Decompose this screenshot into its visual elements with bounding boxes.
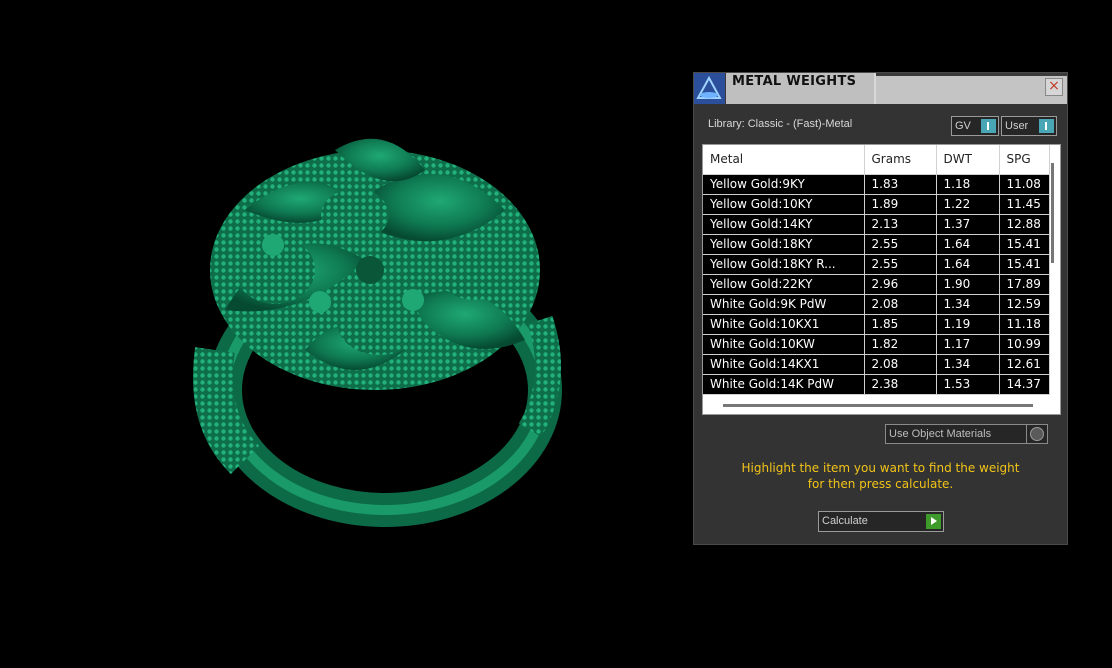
cell-grams: 2.55 bbox=[864, 234, 937, 255]
table-row[interactable]: White Gold:10KW 1.82 1.17 10.99 bbox=[703, 334, 1050, 355]
table-row[interactable]: Yellow Gold:22KY 2.96 1.90 17.89 bbox=[703, 274, 1050, 295]
cell-grams: 2.13 bbox=[864, 214, 937, 235]
cell-spg: 14.37 bbox=[999, 374, 1050, 395]
cell-metal: White Gold:10KX1 bbox=[703, 314, 865, 335]
cell-dwt: 1.53 bbox=[936, 374, 1000, 395]
cell-grams: 2.08 bbox=[864, 294, 937, 315]
instruction-line-1: Highlight the item you want to find the … bbox=[741, 461, 1020, 475]
divider bbox=[1026, 425, 1027, 443]
table-row[interactable]: Yellow Gold:10KY 1.89 1.22 11.45 bbox=[703, 194, 1050, 215]
cell-grams: 2.38 bbox=[864, 374, 937, 395]
cell-dwt: 1.34 bbox=[936, 294, 1000, 315]
table-row[interactable]: White Gold:9K PdW 2.08 1.34 12.59 bbox=[703, 294, 1050, 315]
cell-metal: Yellow Gold:10KY bbox=[703, 194, 865, 215]
user-toggle[interactable]: User bbox=[1001, 116, 1057, 136]
cell-dwt: 1.22 bbox=[936, 194, 1000, 215]
cell-dwt: 1.19 bbox=[936, 314, 1000, 335]
column-header-grams[interactable]: Grams bbox=[864, 145, 937, 175]
cell-grams: 2.96 bbox=[864, 274, 937, 295]
gv-toggle[interactable]: GV bbox=[951, 116, 999, 136]
cell-dwt: 1.18 bbox=[936, 174, 1000, 195]
cell-grams: 1.83 bbox=[864, 174, 937, 195]
radio-icon bbox=[1030, 427, 1044, 441]
cell-grams: 2.08 bbox=[864, 354, 937, 375]
cell-spg: 15.41 bbox=[999, 254, 1050, 275]
cell-dwt: 1.64 bbox=[936, 254, 1000, 275]
cell-grams: 1.82 bbox=[864, 334, 937, 355]
horizontal-scrollbar[interactable] bbox=[723, 404, 1033, 407]
column-header-dwt[interactable]: DWT bbox=[936, 145, 1000, 175]
cell-spg: 10.99 bbox=[999, 334, 1050, 355]
cell-metal: White Gold:9K PdW bbox=[703, 294, 865, 315]
gv-toggle-label: GV bbox=[955, 120, 971, 132]
table-row[interactable]: White Gold:10KX1 1.85 1.19 11.18 bbox=[703, 314, 1050, 335]
table-header-row: Metal Grams DWT SPG bbox=[703, 145, 1050, 175]
close-button[interactable]: × bbox=[1045, 78, 1063, 96]
vertical-scrollbar[interactable] bbox=[1051, 163, 1054, 263]
cell-spg: 12.88 bbox=[999, 214, 1050, 235]
cell-dwt: 1.64 bbox=[936, 234, 1000, 255]
panel-title: METAL WEIGHTS bbox=[732, 74, 857, 89]
metal-weights-panel: METAL WEIGHTS × Library: Classic - (Fast… bbox=[693, 72, 1068, 545]
user-toggle-label: User bbox=[1005, 120, 1029, 132]
use-object-materials-label: Use Object Materials bbox=[889, 428, 992, 440]
cell-metal: White Gold:10KW bbox=[703, 334, 865, 355]
cell-dwt: 1.17 bbox=[936, 334, 1000, 355]
user-toggle-knob bbox=[1039, 119, 1054, 133]
cell-spg: 11.18 bbox=[999, 314, 1050, 335]
cell-spg: 11.45 bbox=[999, 194, 1050, 215]
cell-grams: 1.89 bbox=[864, 194, 937, 215]
cell-metal: Yellow Gold:18KY bbox=[703, 234, 865, 255]
cell-metal: Yellow Gold:14KY bbox=[703, 214, 865, 235]
cell-metal: White Gold:14K PdW bbox=[703, 374, 865, 395]
instruction-line-2: for then press calculate. bbox=[807, 477, 954, 491]
table-row[interactable]: Yellow Gold:18KY 2.55 1.64 15.41 bbox=[703, 234, 1050, 255]
cell-spg: 12.59 bbox=[999, 294, 1050, 315]
cell-dwt: 1.34 bbox=[936, 354, 1000, 375]
cell-dwt: 1.90 bbox=[936, 274, 1000, 295]
column-header-spg[interactable]: SPG bbox=[999, 145, 1050, 175]
cell-dwt: 1.37 bbox=[936, 214, 1000, 235]
column-header-metal[interactable]: Metal bbox=[703, 145, 865, 175]
cell-metal: Yellow Gold:18KY R... bbox=[703, 254, 865, 275]
cell-metal: White Gold:14KX1 bbox=[703, 354, 865, 375]
table-row[interactable]: Yellow Gold:14KY 2.13 1.37 12.88 bbox=[703, 214, 1050, 235]
cell-metal: Yellow Gold:9KY bbox=[703, 174, 865, 195]
table-row[interactable]: White Gold:14KX1 2.08 1.34 12.61 bbox=[703, 354, 1050, 375]
cell-metal: Yellow Gold:22KY bbox=[703, 274, 865, 295]
gv-toggle-knob bbox=[981, 119, 996, 133]
app-logo-icon bbox=[694, 73, 725, 104]
panel-titlebar[interactable]: METAL WEIGHTS × bbox=[694, 73, 1067, 104]
cell-spg: 17.89 bbox=[999, 274, 1050, 295]
table-row[interactable]: Yellow Gold:18KY R... 2.55 1.64 15.41 bbox=[703, 254, 1050, 275]
metal-table[interactable]: Metal Grams DWT SPG Yellow Gold:9KY 1.83… bbox=[702, 144, 1061, 415]
library-label: Library: Classic - (Fast)-Metal bbox=[708, 118, 853, 130]
cell-spg: 12.61 bbox=[999, 354, 1050, 375]
use-object-materials-toggle[interactable]: Use Object Materials bbox=[885, 424, 1048, 444]
cell-spg: 11.08 bbox=[999, 174, 1050, 195]
cell-grams: 1.85 bbox=[864, 314, 937, 335]
calculate-button[interactable]: Calculate bbox=[818, 511, 944, 532]
table-row[interactable]: White Gold:14K PdW 2.38 1.53 14.37 bbox=[703, 374, 1050, 395]
cell-grams: 2.55 bbox=[864, 254, 937, 275]
table-row[interactable]: Yellow Gold:9KY 1.83 1.18 11.08 bbox=[703, 174, 1050, 195]
cell-spg: 15.41 bbox=[999, 234, 1050, 255]
ring-model[interactable] bbox=[185, 120, 565, 530]
title-bar-fill bbox=[876, 76, 1067, 104]
play-arrow-icon bbox=[926, 514, 941, 529]
instruction-text: Highlight the item you want to find the … bbox=[704, 460, 1057, 492]
calculate-label: Calculate bbox=[822, 515, 868, 527]
